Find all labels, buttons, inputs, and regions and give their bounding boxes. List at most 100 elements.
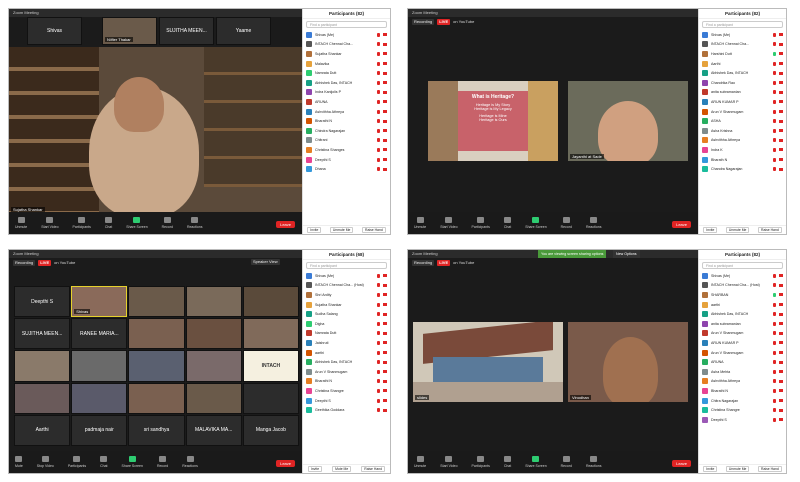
record-button[interactable]: Record <box>157 456 168 468</box>
share-screen-button[interactable]: Share Screen <box>122 456 143 468</box>
list-item[interactable]: Sujatha Shankar <box>306 49 387 59</box>
list-item[interactable]: Ashvithha Athreya <box>702 136 783 146</box>
list-item[interactable]: Namrata Dutt <box>306 68 387 78</box>
list-item[interactable]: Malavika <box>306 59 387 69</box>
share-screen-button[interactable]: Share Screen <box>525 456 547 468</box>
list-item[interactable]: Christina Shangre <box>306 386 387 396</box>
list-item[interactable]: anita subramanian <box>702 88 783 98</box>
strip-tile[interactable]: Shivas <box>27 17 82 45</box>
gallery-tile[interactable]: Deepthi S <box>14 286 71 318</box>
chat-button[interactable]: Chat <box>504 217 511 229</box>
unmute-button[interactable]: Unmute <box>15 217 27 229</box>
raise-hand-button[interactable]: Raise Hand <box>362 227 386 233</box>
raise-hand-button[interactable]: Raise Hand <box>758 466 782 472</box>
list-item[interactable]: Deepthi S <box>702 415 783 425</box>
list-item[interactable]: INTACH Chennai Cha... (Host) <box>702 281 783 291</box>
list-item[interactable]: ASHA <box>702 116 783 126</box>
gallery-tile[interactable]: sri sandhya <box>128 414 185 446</box>
invite-button[interactable]: Invite <box>307 466 323 472</box>
gallery-tile[interactable]: MALAVIKA MA... <box>185 414 242 446</box>
list-item[interactable]: anita subramanian <box>702 319 783 329</box>
list-item[interactable]: Bharathi N <box>702 386 783 396</box>
list-item[interactable]: ARUNA <box>306 97 387 107</box>
list-item[interactable]: Chandra Nagarajan <box>702 164 783 174</box>
gallery-tile[interactable] <box>128 350 185 382</box>
start-video-button[interactable]: Start Video <box>440 456 458 468</box>
leave-button[interactable]: Leave <box>276 460 295 467</box>
gallery-tile[interactable]: Manga Jacob <box>242 414 299 446</box>
list-item[interactable]: ARUN KUMAR P <box>702 97 783 107</box>
gallery-tile[interactable]: Shivas <box>71 286 128 318</box>
reactions-button[interactable]: Reactions <box>586 217 602 229</box>
speaker-view-button[interactable]: Speaker View <box>251 259 280 265</box>
gallery-tile[interactable] <box>128 382 185 414</box>
list-item[interactable]: aarthi <box>306 348 387 358</box>
gallery-tile[interactable] <box>185 350 242 382</box>
leave-button[interactable]: Leave <box>276 221 295 228</box>
leave-button[interactable]: Leave <box>672 221 691 228</box>
find-participant-input[interactable]: Find a participant <box>702 21 783 28</box>
unmute-me-button[interactable]: Unmute Me <box>329 227 354 233</box>
participants-button[interactable]: Participants <box>68 456 86 468</box>
list-item[interactable]: Bharath N <box>702 155 783 165</box>
list-item[interactable]: Chindra Nagarajan <box>306 126 387 136</box>
list-item[interactable]: Arun V Shanmugam <box>702 107 783 117</box>
chat-button[interactable]: Chat <box>504 456 511 468</box>
invite-button[interactable]: Invite <box>703 227 718 233</box>
unmute-me-button[interactable]: Unmute Me <box>725 227 750 233</box>
invite-button[interactable]: Invite <box>307 227 322 233</box>
list-item[interactable]: Christina Shanges <box>306 145 387 155</box>
list-item[interactable]: Sujatha Shankar <box>306 300 387 310</box>
find-participant-input[interactable]: Find a participant <box>306 21 387 28</box>
list-item[interactable]: Abhishek Das, INTACH <box>702 309 783 319</box>
list-item[interactable]: ARUN KUMAR P <box>702 338 783 348</box>
list-item[interactable]: SHARBAN <box>702 290 783 300</box>
strip-tile[interactable]: Nilfier Thakar <box>102 17 157 45</box>
gallery-tile[interactable]: SUJITHA MEEN... <box>14 318 71 350</box>
share-screen-button[interactable]: Share Screen <box>525 217 547 229</box>
list-item[interactable]: Digha <box>306 319 387 329</box>
gallery-tile[interactable] <box>242 286 299 318</box>
list-item[interactable]: Dhana <box>306 164 387 174</box>
gallery-tile[interactable] <box>14 350 71 382</box>
list-item[interactable]: Abhishek Das, INTACH <box>306 357 387 367</box>
participants-button[interactable]: Participants <box>472 217 490 229</box>
list-item[interactable]: Christina Shangre <box>702 405 783 415</box>
gallery-tile[interactable]: RANEE MARIA... <box>71 318 128 350</box>
list-item[interactable]: INTACH Chennai Cha... (Host) <box>306 281 387 291</box>
list-item[interactable]: Shri Ardity <box>306 290 387 300</box>
invite-button[interactable]: Invite <box>703 466 718 472</box>
list-item[interactable]: Chitrani <box>306 136 387 146</box>
list-item[interactable]: Arun V Shanmugam <box>702 329 783 339</box>
mute-me-button[interactable]: Mute Me <box>332 466 352 472</box>
list-item[interactable]: Sudha Salang <box>306 309 387 319</box>
list-item[interactable]: aarthi <box>702 300 783 310</box>
gallery-tile[interactable] <box>71 382 128 414</box>
list-item[interactable]: Arun V Shanmugam <box>306 367 387 377</box>
gallery-tile[interactable] <box>128 286 185 318</box>
reactions-button[interactable]: Reactions <box>586 456 602 468</box>
list-item[interactable]: Chandrika Rao <box>702 78 783 88</box>
list-item[interactable]: Asha Mehta <box>702 367 783 377</box>
list-item[interactable]: Harshini Dutt <box>702 49 783 59</box>
gallery-tile[interactable]: INTACH <box>242 350 299 382</box>
list-item[interactable]: Aarthi <box>702 59 783 69</box>
reactions-button[interactable]: Reactions <box>187 217 203 229</box>
new-options-button[interactable]: New Options <box>613 250 640 258</box>
participants-button[interactable]: Participants <box>73 217 91 229</box>
gallery-tile[interactable] <box>185 318 242 350</box>
list-item[interactable]: Asha Krishna <box>702 126 783 136</box>
gallery-tile[interactable] <box>71 350 128 382</box>
leave-button[interactable]: Leave <box>672 460 691 467</box>
list-item[interactable]: Shivas (Me) <box>306 271 387 281</box>
find-participant-input[interactable]: Find a participant <box>702 262 783 269</box>
record-button[interactable]: Record <box>561 217 572 229</box>
list-item[interactable]: Bharathi N <box>306 377 387 387</box>
list-item[interactable]: Jaishruti <box>306 338 387 348</box>
list-item[interactable]: Arun V Shanmugam <box>702 348 783 358</box>
unmute-button[interactable]: Unmute <box>414 456 426 468</box>
strip-tile[interactable]: SUJITHA MEEN... <box>159 17 214 45</box>
participants-button[interactable]: Participants <box>472 456 490 468</box>
list-item[interactable]: Geethika Goddara <box>306 405 387 415</box>
gallery-tile[interactable] <box>185 286 242 318</box>
